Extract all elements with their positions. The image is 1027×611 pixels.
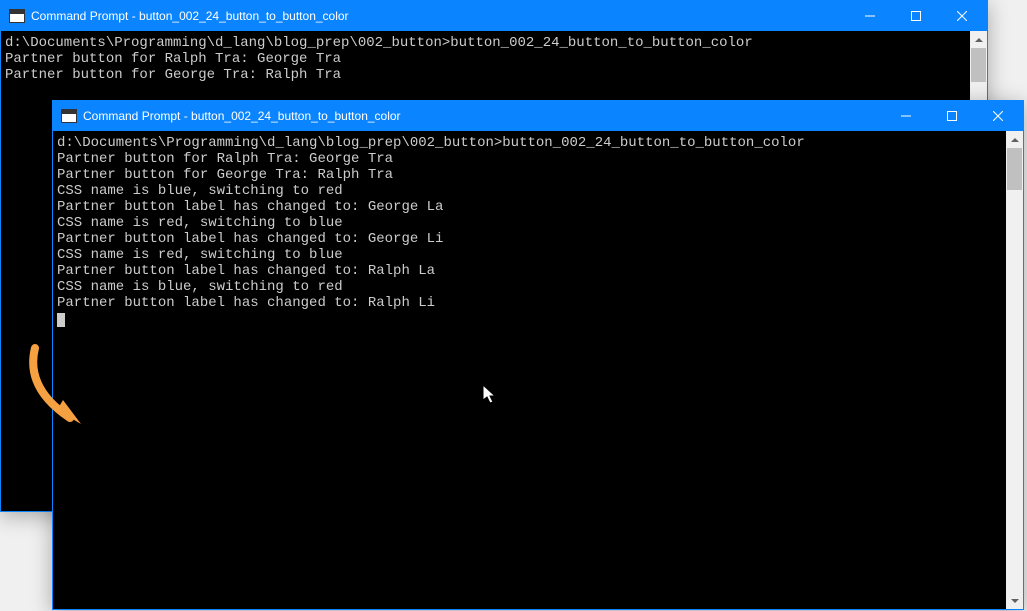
scroll-down-button[interactable] bbox=[1006, 592, 1023, 609]
titlebar-controls bbox=[847, 1, 985, 31]
terminal-line: Partner button label has changed to: Ral… bbox=[57, 263, 435, 279]
cmd-window-front: Command Prompt - button_002_24_button_to… bbox=[52, 100, 1024, 610]
close-button[interactable] bbox=[939, 1, 985, 31]
titlebar[interactable]: Command Prompt - button_002_24_button_to… bbox=[53, 101, 1023, 131]
terminal-line: CSS name is blue, switching to red bbox=[57, 279, 343, 295]
terminal-line: Partner button for Ralph Tra: George Tra bbox=[5, 51, 341, 67]
terminal-line: Partner button for Ralph Tra: George Tra bbox=[57, 151, 393, 167]
terminal-line: Partner button label has changed to: Geo… bbox=[57, 231, 443, 247]
titlebar[interactable]: Command Prompt - button_002_24_button_to… bbox=[1, 1, 987, 31]
terminal-line: CSS name is blue, switching to red bbox=[57, 183, 343, 199]
terminal-line: Partner button for George Tra: Ralph Tra bbox=[5, 67, 341, 83]
terminal-line: CSS name is red, switching to blue bbox=[57, 247, 343, 263]
cmd-icon bbox=[9, 9, 25, 23]
minimize-button[interactable] bbox=[883, 101, 929, 131]
terminal-line: Partner button label has changed to: Ral… bbox=[57, 295, 435, 311]
terminal-body[interactable]: d:\Documents\Programming\d_lang\blog_pre… bbox=[53, 131, 1023, 609]
terminal-line: d:\Documents\Programming\d_lang\blog_pre… bbox=[57, 135, 805, 151]
scroll-up-button[interactable] bbox=[1006, 131, 1023, 148]
scrollbar[interactable] bbox=[1006, 131, 1023, 609]
window-title: Command Prompt - button_002_24_button_to… bbox=[31, 9, 847, 23]
maximize-button[interactable] bbox=[893, 1, 939, 31]
terminal-line: CSS name is red, switching to blue bbox=[57, 215, 343, 231]
scroll-thumb[interactable] bbox=[971, 48, 986, 82]
scroll-thumb[interactable] bbox=[1007, 148, 1022, 190]
titlebar-controls bbox=[883, 101, 1021, 131]
window-title: Command Prompt - button_002_24_button_to… bbox=[83, 109, 883, 123]
minimize-button[interactable] bbox=[847, 1, 893, 31]
terminal-content: d:\Documents\Programming\d_lang\blog_pre… bbox=[5, 35, 969, 83]
close-button[interactable] bbox=[975, 101, 1021, 131]
terminal-line: Partner button for George Tra: Ralph Tra bbox=[57, 167, 393, 183]
terminal-content: d:\Documents\Programming\d_lang\blog_pre… bbox=[57, 135, 1005, 327]
maximize-button[interactable] bbox=[929, 101, 975, 131]
scroll-up-button[interactable] bbox=[970, 31, 987, 48]
cmd-icon bbox=[61, 109, 77, 123]
terminal-cursor bbox=[57, 313, 65, 327]
terminal-line: d:\Documents\Programming\d_lang\blog_pre… bbox=[5, 35, 753, 51]
terminal-line: Partner button label has changed to: Geo… bbox=[57, 199, 443, 215]
